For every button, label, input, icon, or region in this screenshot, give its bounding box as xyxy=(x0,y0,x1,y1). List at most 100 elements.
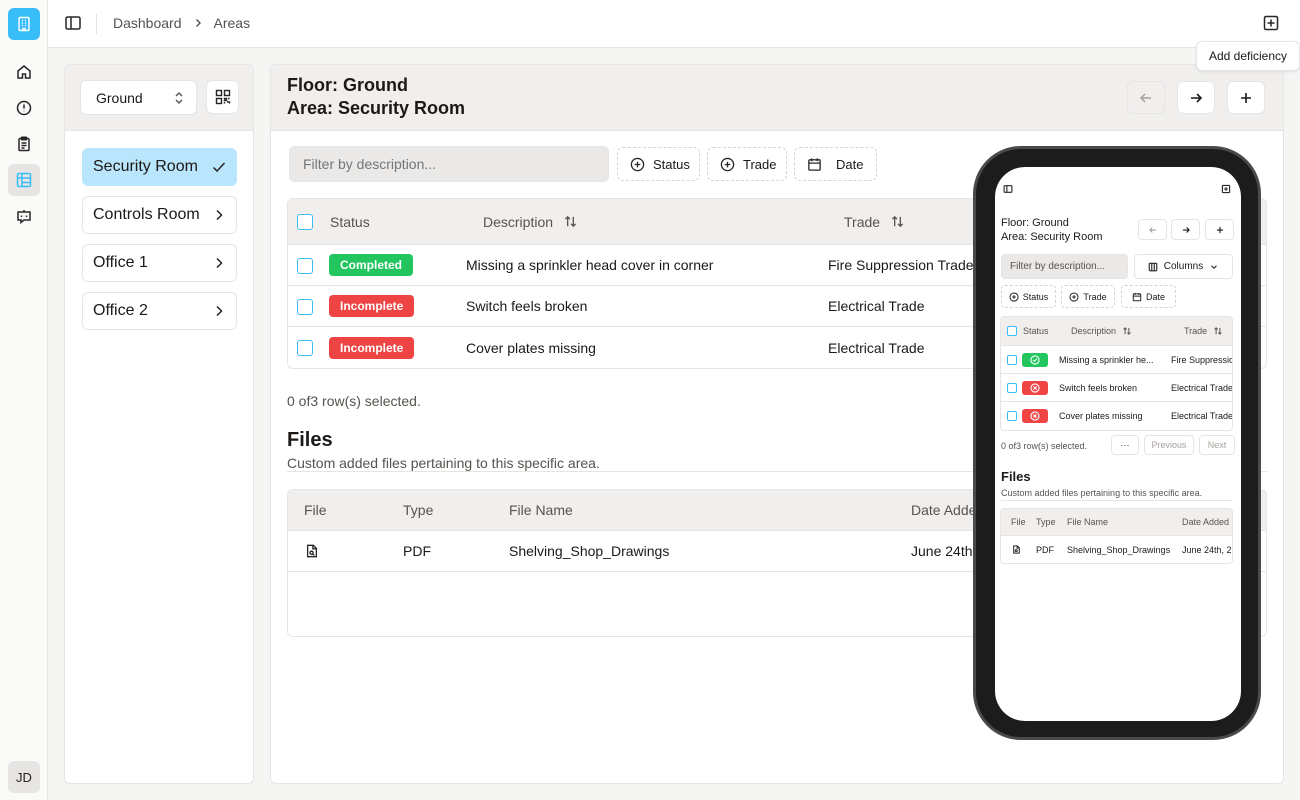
mobile-add-area-button[interactable] xyxy=(1205,219,1234,240)
nav-bot[interactable] xyxy=(8,200,40,232)
nav-clipboard[interactable] xyxy=(8,128,40,160)
mobile-row-checkbox[interactable] xyxy=(1007,411,1017,421)
clipboard-icon xyxy=(16,136,32,152)
app-logo[interactable] xyxy=(8,8,40,40)
mobile-previous-label: Previous xyxy=(1151,440,1187,450)
trade-filter-label: Trade xyxy=(743,156,777,172)
mobile-date-filter-label: Date xyxy=(1145,291,1165,302)
next-area-button[interactable] xyxy=(1177,81,1215,114)
mobile-status-filter-label: Status xyxy=(1022,291,1049,302)
mobile-status-column-header: Status xyxy=(1023,326,1049,336)
add-deficiency-icon[interactable] xyxy=(1221,184,1231,194)
area-list-header: Ground xyxy=(65,65,253,131)
area-detail-header: Floor: Ground Area: Security Room xyxy=(271,65,1283,131)
mobile-file-date-added: June 24th, 2 xyxy=(1182,544,1232,555)
nav-home[interactable] xyxy=(8,56,40,88)
type-column-header: Type xyxy=(403,502,434,518)
qr-code-button[interactable] xyxy=(206,80,239,114)
mobile-table-row[interactable]: Switch feels broken Electrical Trade xyxy=(1001,374,1232,402)
mobile-file-name[interactable]: Shelving_Shop_Drawings xyxy=(1067,536,1170,563)
calendar-icon xyxy=(1132,292,1142,302)
mobile-more-button[interactable]: ··· xyxy=(1111,435,1139,455)
select-all-checkbox[interactable] xyxy=(297,214,313,230)
nav-areas[interactable] xyxy=(8,164,40,196)
sidebar-toggle-icon[interactable] xyxy=(64,14,82,32)
mobile-table-header-row: Status Description Trade xyxy=(1001,317,1232,346)
area-title: Area: Security Room xyxy=(287,98,466,118)
row-trade: Fire Suppression Trade xyxy=(828,257,974,273)
file-name-column-header: File Name xyxy=(509,502,573,518)
mobile-trade-filter-button[interactable]: Trade xyxy=(1061,285,1115,308)
mobile-row-checkbox[interactable] xyxy=(1007,355,1017,365)
nav-alerts[interactable] xyxy=(8,92,40,124)
mobile-description-header-label: Description xyxy=(1071,326,1117,336)
sort-icon xyxy=(890,214,905,229)
mobile-deficiency-table: Status Description Trade Missing a sprin… xyxy=(1000,316,1233,431)
area-item-label: Controls Room xyxy=(93,206,200,223)
chevron-right-icon xyxy=(192,17,204,29)
mobile-description-column-header[interactable]: Description xyxy=(1071,317,1132,345)
divider xyxy=(1001,500,1233,501)
mobile-select-all-checkbox[interactable] xyxy=(1007,326,1017,336)
breadcrumb-dashboard[interactable]: Dashboard xyxy=(113,15,182,31)
trade-column-header[interactable]: Trade xyxy=(844,199,905,244)
file-date-added: June 24th, xyxy=(911,543,977,559)
mobile-columns-button[interactable]: Columns xyxy=(1134,254,1233,279)
add-area-button[interactable] xyxy=(1227,81,1265,114)
mobile-date-filter-button[interactable]: Date xyxy=(1121,285,1176,308)
user-avatar[interactable]: JD xyxy=(8,761,40,793)
area-item-office-1[interactable]: Office 1 xyxy=(82,244,237,282)
sort-icon xyxy=(1213,326,1223,336)
mobile-file-column-header: File xyxy=(1011,517,1026,527)
mobile-description-filter-input[interactable]: Filter by description... xyxy=(1001,254,1128,279)
plus-circle-icon xyxy=(630,157,645,172)
mobile-row-checkbox[interactable] xyxy=(1007,383,1017,393)
mobile-files-header-row: File Type File Name Date Added xyxy=(1001,509,1232,536)
chevron-down-icon xyxy=(1209,262,1219,272)
bot-icon xyxy=(16,208,32,224)
mobile-columns-label: Columns xyxy=(1163,261,1204,272)
mobile-file-row[interactable]: PDF Shelving_Shop_Drawings June 24th, 2 xyxy=(1001,536,1232,563)
row-checkbox[interactable] xyxy=(297,258,313,274)
area-item-controls-room[interactable]: Controls Room xyxy=(82,196,237,234)
add-deficiency-icon[interactable] xyxy=(1262,14,1280,32)
status-filter-button[interactable]: Status xyxy=(617,147,700,181)
description-filter-input[interactable] xyxy=(289,146,609,182)
area-item-security-room[interactable]: Security Room xyxy=(82,148,237,186)
mobile-table-row[interactable]: Missing a sprinkler he... Fire Suppressi… xyxy=(1001,346,1232,374)
mobile-next-page-button[interactable]: Next xyxy=(1199,435,1235,455)
plus-circle-icon xyxy=(1009,291,1019,302)
status-incomplete-icon xyxy=(1022,409,1048,423)
description-column-header[interactable]: Description xyxy=(483,199,578,244)
floor-title: Floor: Ground xyxy=(287,75,408,95)
row-checkbox[interactable] xyxy=(297,340,313,356)
mobile-next-area-button[interactable] xyxy=(1171,219,1200,240)
date-filter-button[interactable]: Date xyxy=(794,147,877,181)
mobile-files-table: File Type File Name Date Added PDF Shelv… xyxy=(1000,508,1233,564)
status-filter-label: Status xyxy=(653,156,690,172)
columns-icon xyxy=(1148,262,1158,272)
mobile-table-row[interactable]: Cover plates missing Electrical Trade xyxy=(1001,402,1232,430)
mobile-area-title: Area: Security Room xyxy=(1001,231,1103,243)
area-item-office-2[interactable]: Office 2 xyxy=(82,292,237,330)
status-badge: Incomplete xyxy=(329,295,415,317)
breadcrumb-areas[interactable]: Areas xyxy=(214,15,251,31)
file-icon xyxy=(1012,545,1021,554)
calendar-icon xyxy=(807,157,822,172)
mobile-date-added-column-header: Date Added xyxy=(1182,517,1230,527)
trade-filter-button[interactable]: Trade xyxy=(707,147,787,181)
floor-select[interactable]: Ground xyxy=(80,80,197,115)
description-header-label: Description xyxy=(483,213,554,230)
arrow-left-icon xyxy=(1148,225,1158,235)
row-checkbox[interactable] xyxy=(297,299,313,315)
mobile-trade-column-header[interactable]: Trade xyxy=(1184,317,1223,345)
mobile-trade-header-label: Trade xyxy=(1184,326,1208,336)
mobile-previous-page-button[interactable]: Previous xyxy=(1144,435,1194,455)
file-name[interactable]: Shelving_Shop_Drawings xyxy=(509,531,669,571)
sidebar-toggle-icon[interactable] xyxy=(1003,184,1013,194)
mobile-previous-area-button[interactable] xyxy=(1138,219,1167,240)
previous-area-button[interactable] xyxy=(1127,81,1165,114)
mobile-status-filter-button[interactable]: Status xyxy=(1001,285,1056,308)
status-incomplete-icon xyxy=(1022,380,1048,395)
area-list-panel: Ground Security Room Controls Room Offic… xyxy=(64,64,254,784)
